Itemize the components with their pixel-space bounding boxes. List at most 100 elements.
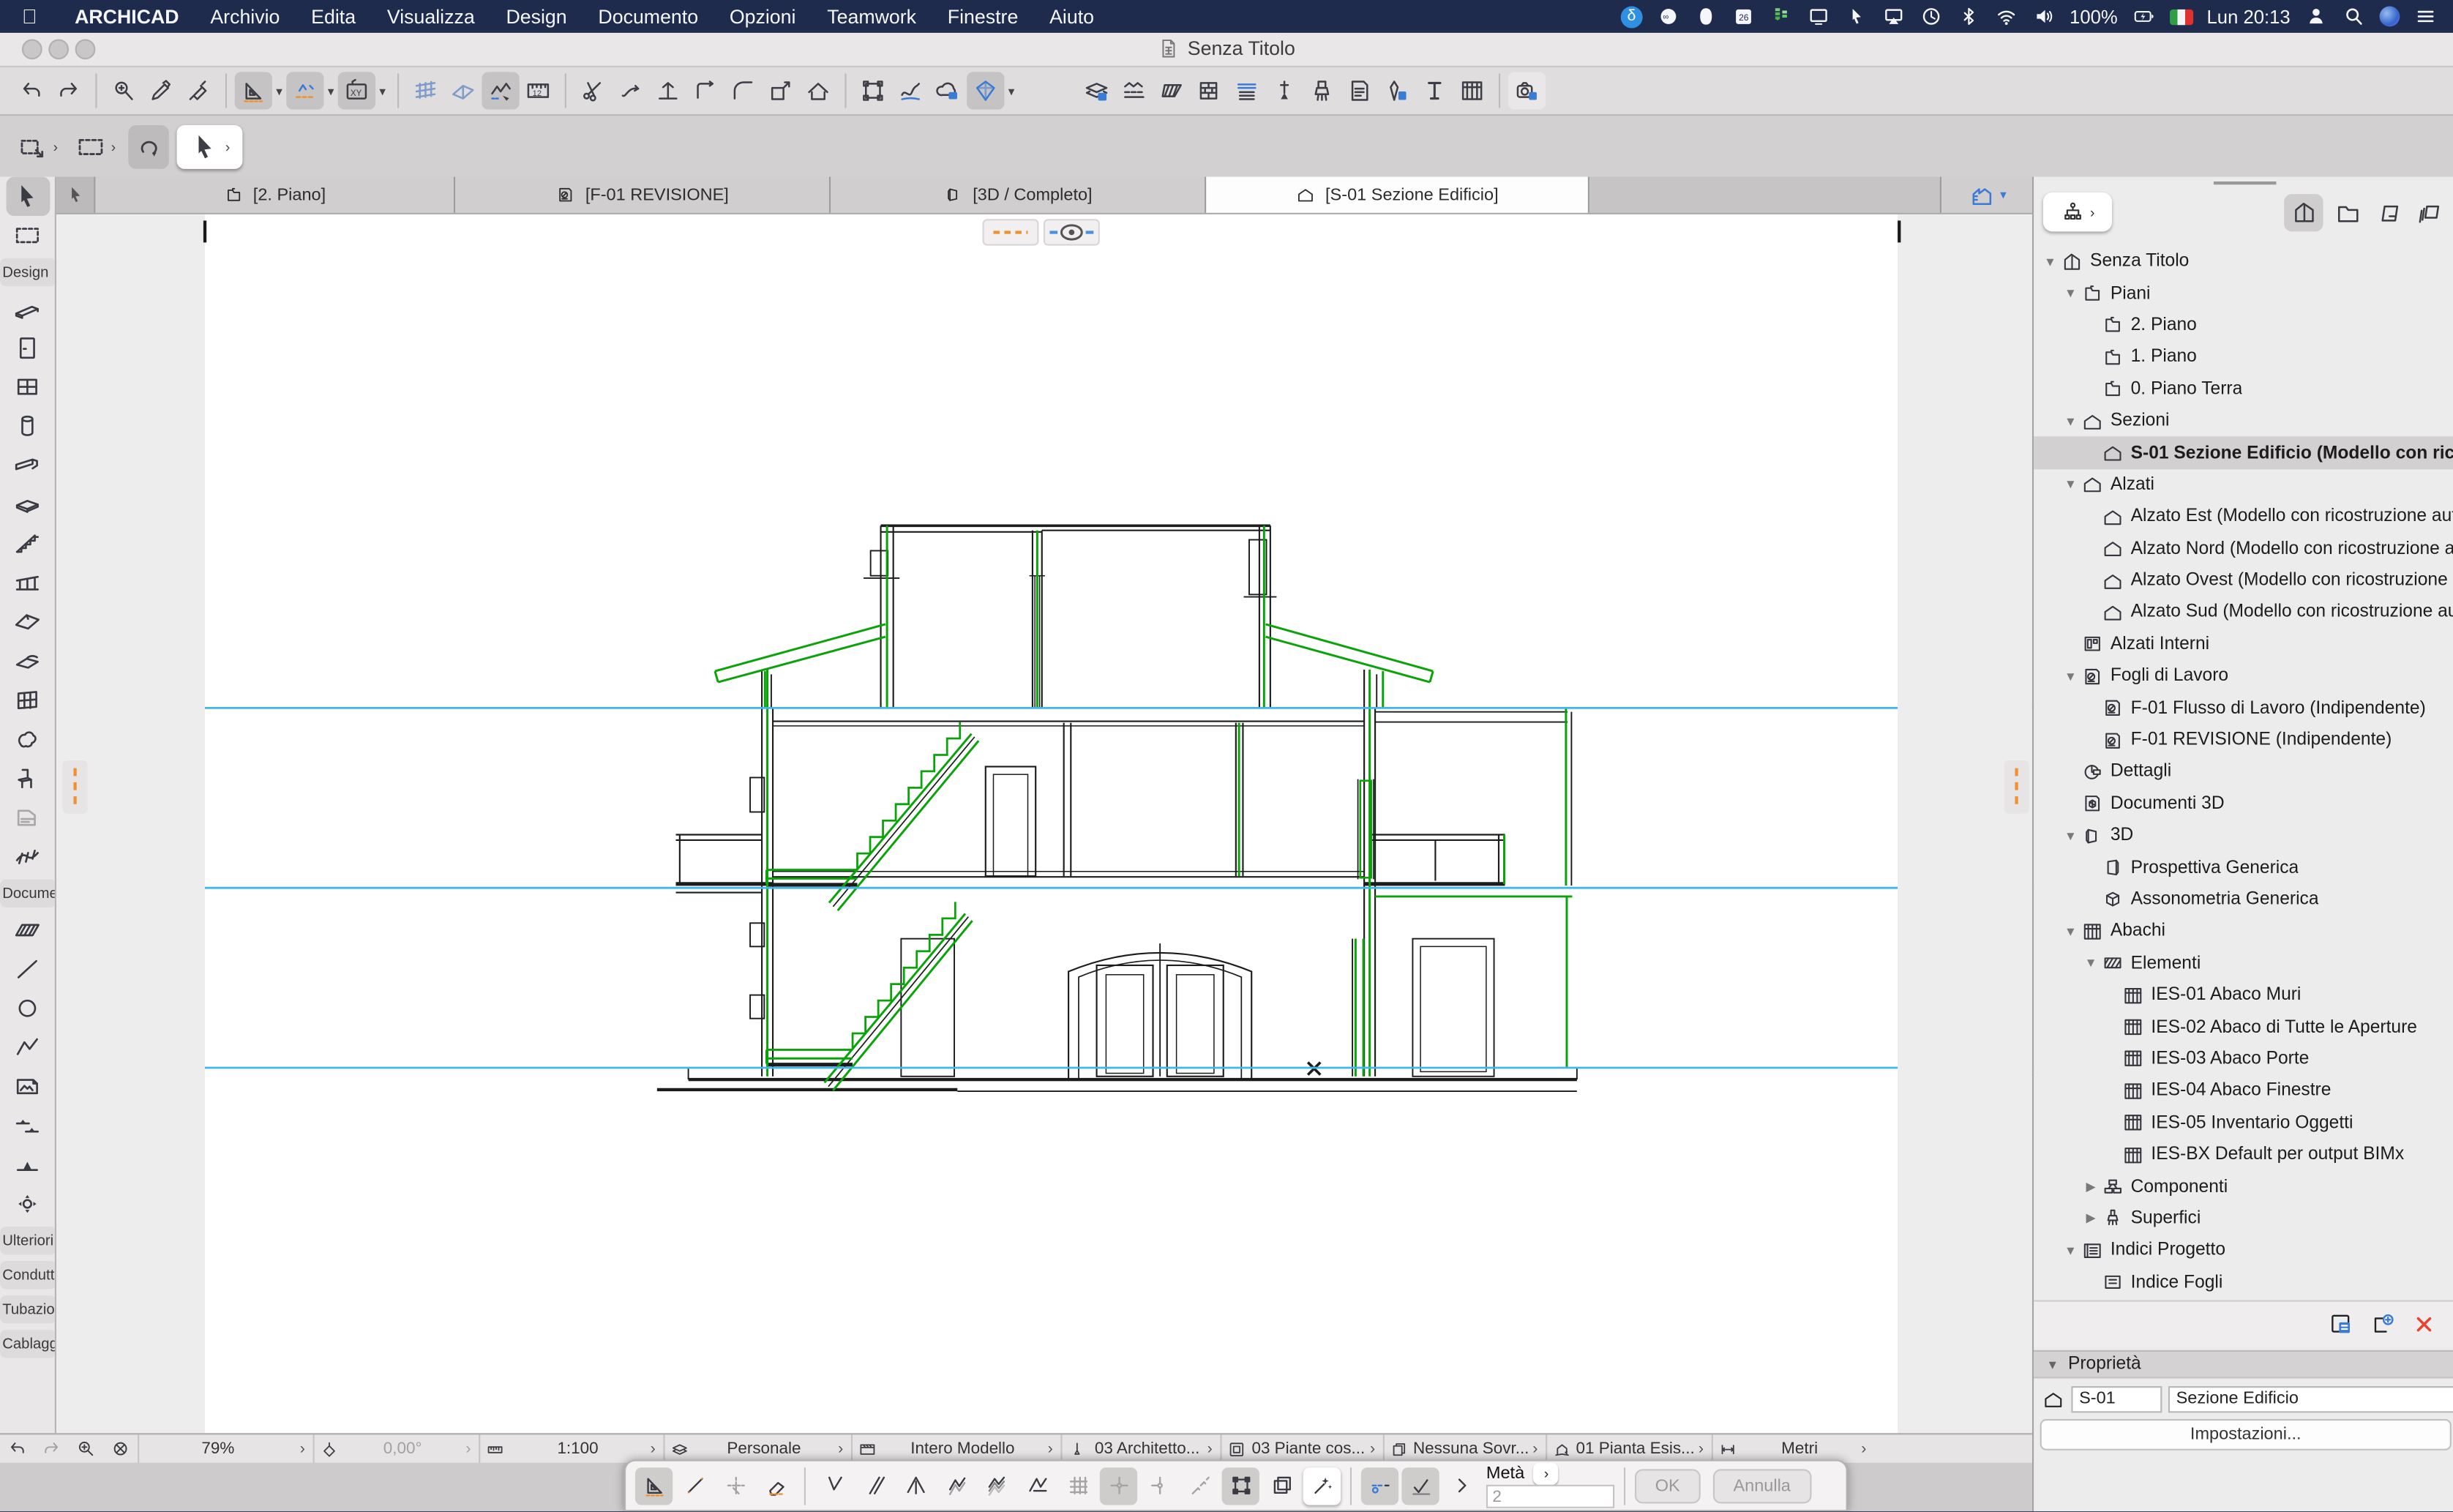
snap-chevs-button[interactable]	[1442, 1467, 1480, 1504]
adjust-button[interactable]	[649, 72, 686, 109]
close-navigator-button[interactable]	[2412, 1313, 2435, 1336]
menu-opzioni[interactable]: Opzioni	[714, 5, 811, 27]
tree-item-componenti[interactable]: ▶Componenti	[2034, 1171, 2453, 1203]
istat-icon[interactable]	[1769, 4, 1793, 28]
tree-item-ies-04-abaco-finestre[interactable]: IES-04 Abaco Finestre	[2034, 1075, 2453, 1107]
expand-arrow[interactable]: ▼	[2062, 828, 2080, 842]
tree-item-assonometria-generica[interactable]: Assonometria Generica	[2034, 883, 2453, 916]
tool-morph[interactable]	[5, 719, 49, 758]
dragmq-tool-button[interactable]: ›	[12, 124, 62, 168]
vol-icon[interactable]	[2032, 4, 2056, 28]
tree-item-ies-03-abaco-porte[interactable]: IES-03 Abaco Porte	[2034, 1043, 2453, 1075]
toolbox-group-tubazioni[interactable]: Tubazioni	[0, 1295, 56, 1323]
snap-scheck-button[interactable]	[1401, 1467, 1439, 1504]
tree-item-alzati-interni[interactable]: Alzati Interni	[2034, 629, 2453, 661]
freehand-button[interactable]	[892, 72, 929, 109]
view3d-button[interactable]	[967, 72, 1004, 109]
tool-wall[interactable]	[5, 289, 49, 328]
snap-off1-button[interactable]	[937, 1467, 975, 1504]
tree-item-elementi[interactable]: ▼Elementi	[2034, 948, 2453, 980]
tree-item-senza-titolo[interactable]: ▼Senza Titolo	[2034, 246, 2453, 278]
snap-wand-button[interactable]	[1303, 1467, 1341, 1504]
search-icon[interactable]	[2342, 4, 2365, 28]
menu-edita[interactable]: Edita	[296, 5, 372, 27]
tool-mesh[interactable]	[5, 837, 49, 876]
settings-button[interactable]: Impostazioni...	[2040, 1419, 2452, 1451]
tree-item-f-01-flusso-di-lavoro-indipendente[interactable]: F-01 Flusso di Lavoro (Indipendente)	[2034, 692, 2453, 725]
profile-button[interactable]	[1228, 72, 1265, 109]
zoomin-button[interactable]	[69, 1438, 103, 1460]
resize-button[interactable]	[762, 72, 799, 109]
toolbox-group-cablaggi[interactable]: Cablaggi	[0, 1330, 56, 1358]
tool-beam[interactable]	[5, 446, 49, 484]
tree-item-alzato-ovest-modello-con-ricostruzione-a[interactable]: Alzato Ovest (Modello con ricostruzione …	[2034, 565, 2453, 597]
tool-window[interactable]	[5, 367, 49, 406]
menu-design[interactable]: Design	[490, 5, 583, 27]
setsquare-button[interactable]	[235, 72, 272, 109]
tree-item-alzato-est-modello-con-ricostruzione-aut[interactable]: Alzato Est (Modello con ricostruzione au…	[2034, 501, 2453, 533]
section-id-field[interactable]	[2071, 1385, 2162, 1412]
navigator-projecthouse-button[interactable]	[2284, 194, 2323, 231]
navigator-chooser-button[interactable]: ›	[2043, 192, 2112, 231]
tool-railing[interactable]	[5, 564, 49, 602]
tool-roof[interactable]	[5, 602, 49, 641]
setsquare-chevron[interactable]: ▾	[272, 72, 286, 109]
snap-ptline-button[interactable]	[676, 1467, 714, 1504]
tree-item-ies-01-abaco-muri[interactable]: IES-01 Abaco Muri	[2034, 979, 2453, 1011]
section-limit-left[interactable]	[203, 220, 206, 242]
cloud-button[interactable]	[929, 72, 967, 109]
tree-item-documenti-3d[interactable]: Documenti 3D	[2034, 788, 2453, 820]
cursor-icon[interactable]	[1844, 4, 1868, 28]
rotate-tool-button[interactable]	[128, 124, 169, 168]
tab-3d-completo[interactable]: [3D / Completo]	[831, 177, 1206, 213]
status-rotation[interactable]: 0,00°›	[313, 1434, 479, 1464]
expand-arrow[interactable]: ▼	[2062, 924, 2080, 938]
tree-item-ies-05-inventario-oggetti[interactable]: IES-05 Inventario Oggetti	[2034, 1107, 2453, 1139]
tree-item-abachi[interactable]: ▼Abachi	[2034, 916, 2453, 948]
tool-shell[interactable]	[5, 641, 49, 680]
tool-cameramove[interactable]	[5, 1184, 49, 1223]
tree-item-f-01-revisione-indipendente[interactable]: F-01 REVISIONE (Indipendente)	[2034, 724, 2453, 756]
syringe-button[interactable]	[180, 72, 217, 109]
menu-visualizza[interactable]: Visualizza	[371, 5, 490, 27]
tool-door[interactable]	[5, 329, 49, 367]
menu-aiuto[interactable]: Aiuto	[1034, 5, 1110, 27]
navigator-layoutbook-button[interactable]	[2369, 194, 2408, 231]
linetype-button[interactable]	[1115, 72, 1153, 109]
cal-icon[interactable]: 26	[1731, 4, 1755, 28]
snap-bbox-button[interactable]	[1222, 1467, 1259, 1504]
menu-finestre[interactable]: Finestre	[932, 5, 1033, 27]
view-settings-button[interactable]	[2328, 1311, 2354, 1337]
wifi-icon[interactable]	[1994, 4, 2018, 28]
brush-button[interactable]	[1303, 72, 1341, 109]
coords-button[interactable]: XY	[338, 72, 375, 109]
tool-circle[interactable]	[5, 989, 49, 1028]
schedule-button[interactable]	[1453, 72, 1491, 109]
apple-menu-icon[interactable]: 	[22, 4, 37, 28]
tree-item-2-piano[interactable]: 2. Piano	[2034, 310, 2453, 342]
tree-item-3d[interactable]: ▼3D	[2034, 820, 2453, 852]
tracker-input[interactable]	[1486, 1485, 1614, 1508]
navigator-mapfolder-button[interactable]	[2328, 194, 2367, 231]
expand-arrow[interactable]: ▼	[2062, 669, 2080, 683]
tool-stair[interactable]	[5, 524, 49, 563]
roofmaker-button[interactable]	[799, 72, 836, 109]
tree-item-alzati[interactable]: ▼Alzati	[2034, 469, 2453, 501]
magiczz-button[interactable]	[482, 72, 519, 109]
snap-eraser-button[interactable]	[757, 1467, 795, 1504]
toolbox-group-condutture[interactable]: Condutture	[0, 1261, 56, 1289]
tool-marquee[interactable]	[5, 216, 49, 255]
level-handle-right[interactable]	[2004, 760, 2029, 814]
airplay-icon[interactable]	[1882, 4, 1906, 28]
fillet-button[interactable]	[724, 72, 762, 109]
tool-curtain[interactable]	[5, 681, 49, 719]
corner-button[interactable]	[686, 72, 724, 109]
level-handle-left[interactable]	[63, 760, 88, 814]
tree-item-prospettiva-generica[interactable]: Prospettiva Generica	[2034, 852, 2453, 884]
snap-noderef-button[interactable]	[1100, 1467, 1137, 1504]
penset-button[interactable]	[1378, 72, 1415, 109]
camset-button[interactable]	[1508, 72, 1546, 109]
tracker-expand-button[interactable]: ›	[1534, 1463, 1559, 1485]
eyedrop-button[interactable]	[143, 72, 180, 109]
favorites-button[interactable]	[1341, 72, 1378, 109]
